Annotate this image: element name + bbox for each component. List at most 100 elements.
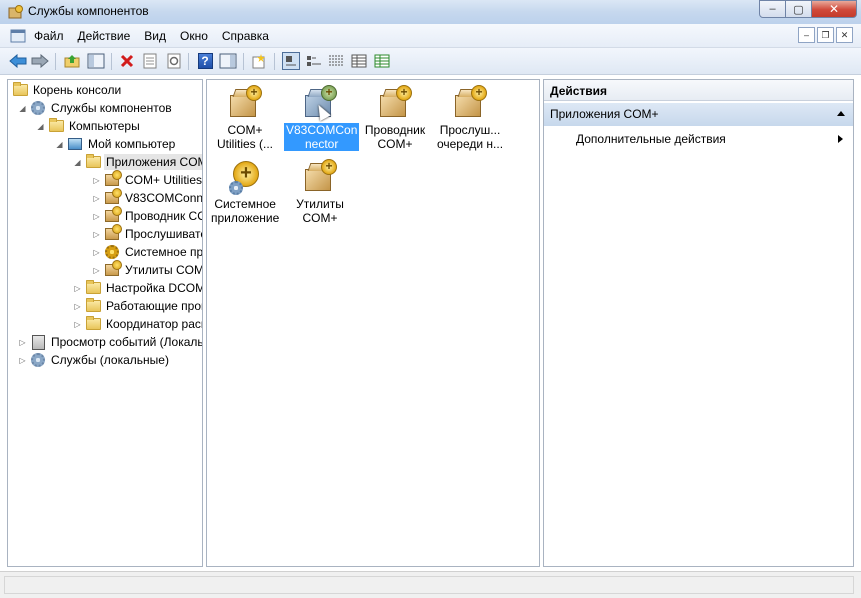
detail-view-button[interactable] xyxy=(350,52,368,70)
results-pane[interactable]: + COM+ Utilities (... + V83COMCon nector +… xyxy=(206,79,540,567)
child-restore-button[interactable]: ❐ xyxy=(817,27,834,43)
com-app-icon: + xyxy=(302,159,338,195)
refresh-button[interactable] xyxy=(165,52,183,70)
tree-item-running-processes[interactable]: ▷ Работающие процессы xyxy=(73,297,202,315)
mmc-document-icon[interactable] xyxy=(10,29,26,43)
tree-item-com-utilities[interactable]: ▷ COM+ Utilities xyxy=(92,170,202,189)
com-app-icon xyxy=(105,224,122,240)
tree-item-console-root[interactable]: Корень консоли xyxy=(12,81,123,99)
small-icons-view-icon xyxy=(307,56,321,66)
tree-item-com-applications[interactable]: ◢ Приложения COM+ xyxy=(73,153,202,171)
console-tree-pane[interactable]: Корень консоли ◢ Службы компонентов ◢ Ко… xyxy=(7,79,203,567)
collapse-section-icon[interactable] xyxy=(837,111,845,116)
tree-item-com-explorer[interactable]: ▷ Проводник COM+ xyxy=(92,206,202,225)
expand-icon[interactable]: ▷ xyxy=(92,212,101,221)
expand-icon[interactable]: ▷ xyxy=(92,230,101,239)
delete-button[interactable] xyxy=(118,52,136,70)
expand-icon[interactable]: ▷ xyxy=(92,248,101,257)
back-icon xyxy=(9,54,27,68)
properties-button[interactable] xyxy=(141,52,159,70)
folder-icon xyxy=(85,280,101,294)
tree-item-com-utilities-ru[interactable]: ▷ Утилиты COM+ xyxy=(92,260,202,279)
expand-icon[interactable]: ▷ xyxy=(92,266,101,275)
tree-item-dcom-config[interactable]: ▷ Настройка DCOM xyxy=(73,279,202,297)
gear-icon xyxy=(31,101,45,115)
properties-icon xyxy=(143,53,157,69)
child-minimize-button[interactable]: – xyxy=(798,27,815,43)
expand-icon[interactable]: ▷ xyxy=(73,284,82,293)
close-icon: ✕ xyxy=(828,2,840,16)
folder-icon xyxy=(85,316,101,330)
large-icons-view-icon xyxy=(286,56,296,66)
maximize-icon: ▢ xyxy=(793,3,804,16)
com-app-icon xyxy=(105,188,122,204)
menu-help[interactable]: Справка xyxy=(215,29,276,43)
actions-header: Действия xyxy=(544,80,853,101)
close-icon: ✕ xyxy=(840,29,849,40)
close-button[interactable]: ✕ xyxy=(812,0,857,18)
help-button[interactable]: ? xyxy=(196,52,214,70)
forward-icon xyxy=(31,54,49,68)
show-hide-action-pane-button[interactable] xyxy=(219,52,237,70)
expand-icon[interactable]: ▷ xyxy=(92,194,101,203)
collapse-icon[interactable]: ◢ xyxy=(36,122,45,131)
collapse-icon[interactable]: ◢ xyxy=(73,158,82,167)
expand-icon[interactable]: ▷ xyxy=(92,176,101,185)
com-app-item[interactable]: + Утилиты COM+ xyxy=(284,159,356,225)
system-app-icon: + xyxy=(227,159,263,195)
menu-window[interactable]: Окно xyxy=(173,29,215,43)
toolbar-separator xyxy=(111,53,112,70)
refresh-icon xyxy=(167,53,181,69)
folder-icon xyxy=(85,154,101,168)
com-app-item[interactable]: + Системное приложение xyxy=(209,159,281,225)
tree-item-services[interactable]: ▷ Службы (локальные) xyxy=(18,351,171,369)
collapse-icon[interactable]: ◢ xyxy=(18,104,27,113)
com-app-icon: + xyxy=(227,85,263,121)
maximize-button[interactable]: ▢ xyxy=(786,0,812,18)
submenu-arrow-icon[interactable] xyxy=(838,135,843,143)
back-button[interactable] xyxy=(9,52,27,70)
folder-icon xyxy=(12,82,28,96)
menu-file[interactable]: Файл xyxy=(27,29,71,43)
com-app-icon xyxy=(105,170,122,186)
com-app-item[interactable]: + COM+ Utilities (... xyxy=(209,85,281,151)
restore-icon: ❐ xyxy=(821,29,830,40)
expand-icon[interactable]: ▷ xyxy=(73,320,82,329)
tree-item-computers[interactable]: ◢ Компьютеры xyxy=(36,117,142,135)
show-hide-tree-button[interactable] xyxy=(87,52,105,70)
status-view-icon xyxy=(374,54,390,68)
new-window-button[interactable] xyxy=(250,52,268,70)
up-level-button[interactable] xyxy=(63,52,81,70)
com-app-item[interactable]: + Проводник COM+ xyxy=(359,85,431,151)
folder-icon xyxy=(48,118,64,132)
status-view-button[interactable] xyxy=(373,52,391,70)
expand-icon[interactable]: ▷ xyxy=(73,302,82,311)
tree-item-queue-listener[interactable]: ▷ Прослушиватель очереди xyxy=(92,224,202,243)
expand-icon[interactable]: ▷ xyxy=(18,356,27,365)
toolbar-separator xyxy=(274,53,275,70)
tree-item-system-application[interactable]: ▷ Системное приложение xyxy=(92,243,202,261)
child-close-button[interactable]: ✕ xyxy=(836,27,853,43)
window-title: Службы компонентов xyxy=(28,4,149,18)
collapse-icon[interactable]: ◢ xyxy=(55,140,64,149)
expand-icon[interactable]: ▷ xyxy=(18,338,27,347)
component-services-app-icon xyxy=(8,5,23,19)
tree-item-dtc[interactable]: ▷ Координатор распределенных транзакций xyxy=(73,315,202,333)
menu-action[interactable]: Действие xyxy=(71,29,138,43)
large-icons-view-button[interactable] xyxy=(282,52,300,70)
com-app-item[interactable]: + Прослуш... очереди н... xyxy=(434,85,506,151)
forward-button[interactable] xyxy=(31,52,49,70)
more-actions-link[interactable]: Дополнительные действия xyxy=(576,132,726,146)
list-view-button[interactable] xyxy=(327,52,345,70)
menu-view[interactable]: Вид xyxy=(137,29,173,43)
tree-item-my-computer[interactable]: ◢ Мой компьютер xyxy=(55,135,177,153)
show-hide-tree-icon xyxy=(87,53,105,69)
minimize-icon: – xyxy=(769,3,776,15)
minimize-button[interactable]: – xyxy=(759,0,786,18)
small-icons-view-button[interactable] xyxy=(305,52,323,70)
tree-item-event-viewer[interactable]: ▷ Просмотр событий (Локальные) xyxy=(18,333,202,351)
tree-item-v83comconnector[interactable]: ▷ V83COMConnector xyxy=(92,188,202,207)
folder-icon xyxy=(85,298,101,312)
tree-item-component-services[interactable]: ◢ Службы компонентов xyxy=(18,99,174,117)
actions-section-com-applications[interactable]: Приложения COM+ xyxy=(544,103,853,126)
